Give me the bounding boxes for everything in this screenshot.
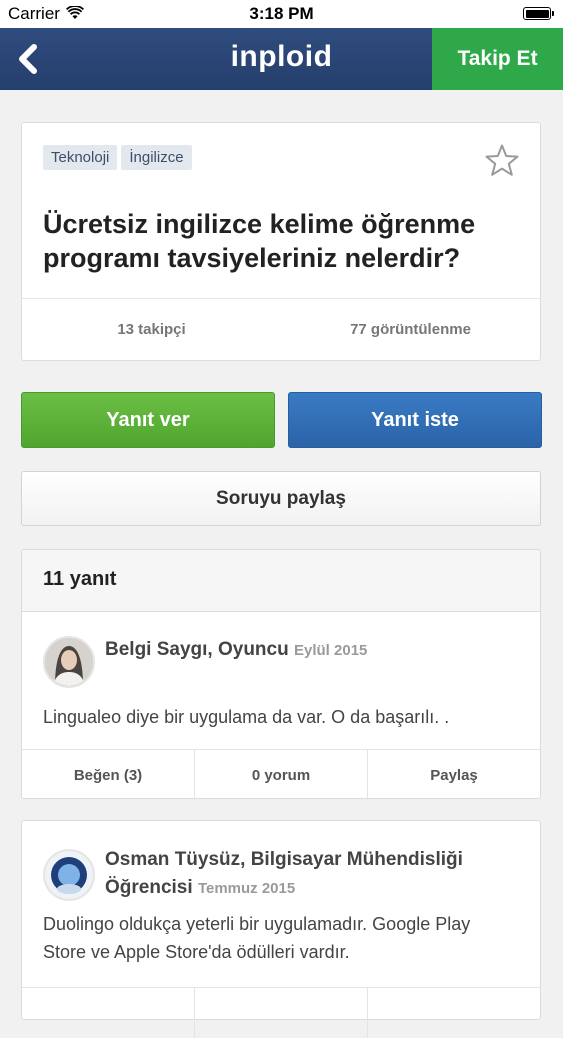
answer-date: Eylül 2015 [294, 642, 368, 659]
tag-english[interactable]: İngilizce [121, 145, 192, 170]
answer-text: Duolingo oldukça yeterli bir uygulamadır… [43, 914, 471, 962]
status-bar: Carrier 3:18 PM [0, 0, 563, 28]
author-name[interactable]: Belgi Saygı, Oyuncu [105, 639, 289, 660]
clock: 3:18 PM [249, 4, 314, 23]
question-card: Teknoloji İngilizce Ücretsiz ingilizce k… [21, 122, 541, 361]
comments-button[interactable] [194, 988, 367, 1038]
share-answer-button[interactable]: Paylaş [367, 750, 540, 800]
top-nav-bar: inploid Takip Et [0, 28, 563, 90]
share-question-button[interactable]: Soruyu paylaş [21, 471, 541, 526]
answer-button[interactable]: Yanıt ver [21, 392, 275, 448]
tag-technology[interactable]: Teknoloji [43, 145, 118, 170]
avatar[interactable] [43, 636, 95, 688]
user-photo-icon [45, 638, 93, 686]
question-title: Ücretsiz ingilizce kelime öğrenme progra… [43, 209, 476, 273]
share-answer-button[interactable] [367, 988, 540, 1038]
question-stats: 13 takipçi 77 görüntülenme [22, 298, 540, 360]
battery-icon [523, 7, 554, 20]
answer-date: Temmuz 2015 [197, 880, 296, 897]
answer-text: Lingualeo diye bir uygulama da var. O da… [43, 707, 450, 727]
answer-card: Osman Tüysüz, Bilgisayar Mühendisliği Öğ… [21, 820, 541, 1038]
star-icon[interactable] [484, 143, 520, 179]
answer-actions: Beğen (3) 0 yorum Paylaş [22, 749, 540, 800]
view-count: 77 görüntülenme [350, 321, 471, 338]
user-photo-icon [45, 851, 93, 899]
request-answer-button[interactable]: Yanıt iste [288, 392, 542, 448]
answer-author: Osman Tüysüz, Bilgisayar Mühendisliği Öğ… [105, 846, 525, 903]
follower-count: 13 takipçi [117, 321, 186, 338]
tag-list: Teknoloji İngilizce [43, 145, 192, 170]
answer-count-header: 11 yanıt [21, 549, 541, 611]
comments-button[interactable]: 0 yorum [194, 750, 367, 800]
answer-card: Belgi Saygı, Oyuncu Eylül 2015 Lingualeo… [21, 611, 541, 800]
like-button[interactable] [22, 988, 194, 1038]
avatar[interactable] [43, 849, 95, 901]
follow-button[interactable]: Takip Et [432, 28, 563, 90]
answer-actions [22, 987, 540, 1038]
answer-author: Belgi Saygı, Oyuncu Eylül 2015 [105, 636, 525, 665]
like-button[interactable]: Beğen (3) [22, 750, 194, 800]
